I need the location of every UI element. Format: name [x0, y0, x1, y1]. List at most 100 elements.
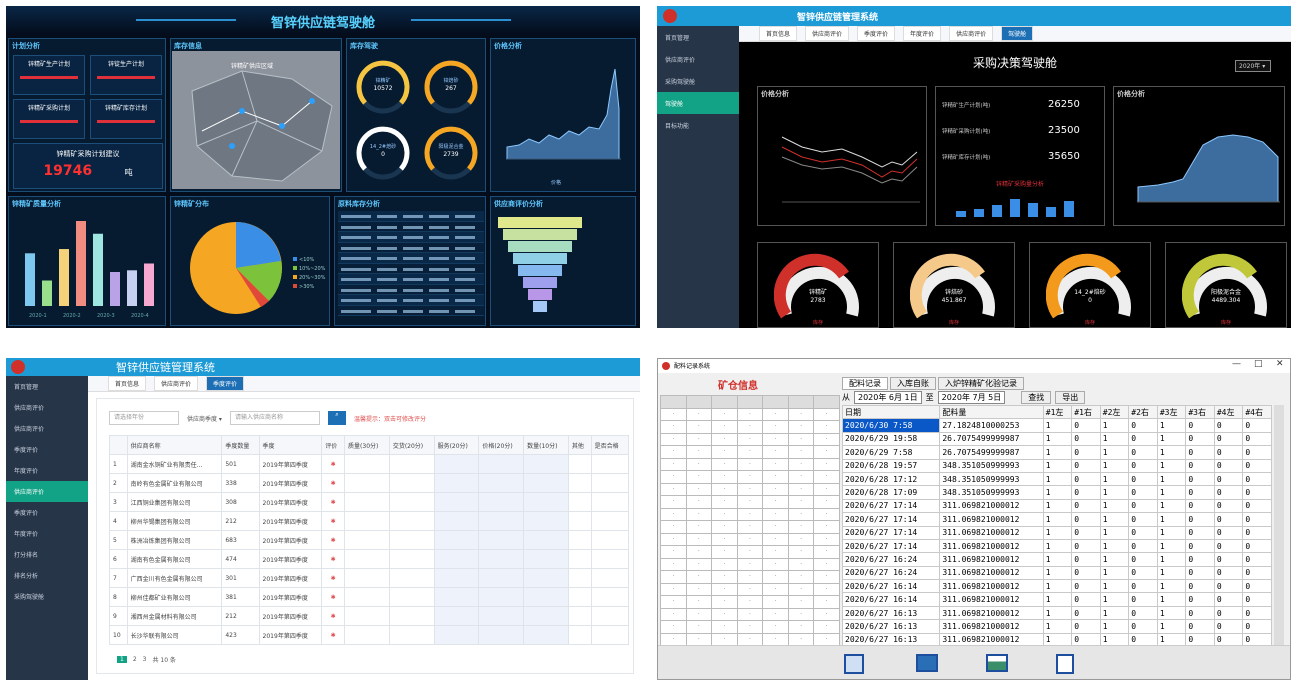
score-cell[interactable]	[523, 625, 569, 645]
score-cell[interactable]	[388, 492, 435, 512]
score-cell[interactable]	[567, 530, 592, 550]
score-cell[interactable]	[433, 606, 480, 626]
score-cell[interactable]	[388, 625, 435, 645]
score-cell[interactable]	[388, 454, 435, 474]
table-row[interactable]: 10 长沙华联有限公司 423 2019年第四季度 ✱	[109, 625, 630, 645]
score-cell[interactable]	[344, 549, 390, 569]
table-row[interactable]: 3 江西铜业集团有限公司 308 2019年第四季度 ✱	[109, 492, 630, 512]
table-row[interactable]: 2020/6/30 7:58 27.1824810000253 1 0 1 0 1 0 0 0	[841, 418, 1272, 433]
score-cell[interactable]	[433, 549, 480, 569]
table-row[interactable]: 6 湖南有色金属有限公司 474 2019年第四季度 ✱	[109, 549, 630, 569]
score-cell[interactable]	[478, 606, 525, 626]
tab[interactable]: 供应商评价	[154, 376, 199, 391]
close-button[interactable]: ✕	[1276, 359, 1284, 369]
score-cell[interactable]	[478, 511, 525, 531]
score-cell[interactable]	[433, 587, 480, 607]
score-cell[interactable]	[433, 473, 480, 493]
table-row[interactable]: 2020/6/27 16:13311.06982100001210101000	[841, 605, 1272, 621]
sidebar-item[interactable]: 季度评价	[6, 439, 88, 460]
score-cell[interactable]	[388, 549, 435, 569]
score-cell[interactable]	[523, 549, 569, 569]
tab[interactable]: 季度评价	[857, 26, 896, 41]
score-cell[interactable]	[590, 587, 630, 607]
sidebar-item[interactable]: 采购驾驶舱	[657, 70, 739, 92]
tab[interactable]: 供应商评价	[805, 26, 850, 41]
sidebar-item[interactable]: 首页管理	[657, 26, 739, 48]
score-cell[interactable]	[567, 511, 592, 531]
score-cell[interactable]	[344, 530, 390, 550]
sidebar-item[interactable]: 季度评价	[6, 502, 88, 523]
page-3[interactable]: 3	[143, 656, 147, 663]
table-row[interactable]: 2020/6/27 17:14 311.069821000012 1 0 1 0 1 0 0 0	[841, 498, 1272, 514]
score-cell[interactable]	[567, 606, 592, 626]
table-row[interactable]: 2020/6/29 19:58 26.7075499999987 1 0 1 0 1 0 0 0	[841, 431, 1272, 447]
sidebar-item[interactable]: 驾驶舱	[657, 92, 739, 114]
score-cell[interactable]	[344, 473, 390, 493]
score-cell[interactable]	[523, 473, 569, 493]
search-button[interactable]: ⌕	[327, 411, 346, 425]
table-row[interactable]: 7 广西金川有色金属有限公司 301 2019年第四季度 ✱	[109, 568, 630, 588]
score-cell[interactable]	[388, 587, 435, 607]
score-cell[interactable]	[523, 568, 569, 588]
sidebar-item[interactable]: 目标功能	[657, 114, 739, 136]
score-cell[interactable]	[344, 568, 390, 588]
supplier-name-input[interactable]: 请输入供应商名称	[229, 411, 320, 425]
score-cell[interactable]	[433, 568, 480, 588]
vertical-scrollbar[interactable]	[1274, 405, 1284, 645]
score-cell[interactable]	[523, 587, 569, 607]
monitor-icon[interactable]	[916, 654, 938, 672]
tab-batching[interactable]: 配料记录	[842, 377, 888, 390]
score-cell[interactable]	[590, 492, 630, 512]
table-row[interactable]: 8 柳州佳都矿业有限公司 381 2019年第四季度 ✱	[109, 587, 630, 607]
score-cell[interactable]	[344, 511, 390, 531]
score-cell[interactable]	[388, 606, 435, 626]
sidebar-item[interactable]: 供应商评价	[6, 418, 88, 439]
page-1[interactable]: 1	[117, 656, 127, 663]
score-cell[interactable]	[567, 473, 592, 493]
sidebar-item[interactable]: 供应商评价	[657, 48, 739, 70]
table-row[interactable]: 2020/6/27 16:14 311.069821000012 1 0 1 0 1 0 0 0	[841, 579, 1272, 594]
maximize-button[interactable]: □	[1254, 359, 1263, 369]
table-row[interactable]: 4 柳州华锡集团有限公司 212 2019年第四季度 ✱	[109, 511, 630, 531]
score-cell[interactable]	[478, 530, 525, 550]
score-cell[interactable]	[590, 549, 630, 569]
tab[interactable]: 首页信息	[759, 26, 798, 41]
score-cell[interactable]	[567, 549, 592, 569]
score-cell[interactable]	[478, 625, 525, 645]
to-date-picker[interactable]: 2020年 7月 5日	[937, 391, 1006, 404]
score-cell[interactable]	[388, 568, 435, 588]
table-row[interactable]: 9 湘西州金属材料有限公司 212 2019年第四季度 ✱	[109, 606, 630, 626]
score-cell[interactable]	[523, 606, 569, 626]
table-row[interactable]: 2020/6/29 7:58 26.7075499999987 1 0 1 0 1 0 0 0	[841, 445, 1272, 460]
table-row[interactable]: 2020/6/28 19:57 348.351050999993 1 0 1 0 1 0 0 0	[841, 458, 1272, 473]
tab-warehouse[interactable]: 入库自账	[890, 377, 936, 390]
tab-assay[interactable]: 入炉锌精矿化验记录	[938, 377, 1024, 390]
score-cell[interactable]	[567, 587, 592, 607]
score-cell[interactable]	[433, 492, 480, 512]
sidebar-item[interactable]: 供应商评价	[6, 397, 88, 418]
sidebar-item[interactable]: 采购驾驶舱	[6, 586, 88, 607]
tab[interactable]: 供应商评价	[949, 26, 994, 41]
score-cell[interactable]	[567, 625, 592, 645]
score-cell[interactable]	[433, 625, 480, 645]
chart-icon[interactable]	[986, 654, 1008, 672]
sidebar-item[interactable]: 年度评价	[6, 460, 88, 481]
score-cell[interactable]	[590, 530, 630, 550]
score-cell[interactable]	[590, 625, 630, 645]
score-cell[interactable]	[590, 606, 630, 626]
sidebar-item[interactable]: 打分排名	[6, 544, 88, 565]
score-cell[interactable]	[478, 454, 525, 474]
tab[interactable]: 驾驶舱	[1001, 26, 1034, 41]
score-cell[interactable]	[567, 454, 592, 474]
table-row[interactable]: 2020/6/28 17:09 348.351050999993 1 0 1 0 1 0 0 0	[841, 485, 1272, 500]
tab[interactable]: 季度评价	[206, 376, 245, 391]
score-cell[interactable]	[433, 530, 480, 550]
score-cell[interactable]	[478, 549, 525, 569]
score-cell[interactable]	[590, 454, 630, 474]
table-row[interactable]: 1 湖南金水铜矿业有限责任... 501 2019年第四季度 ✱	[109, 454, 630, 474]
table-row[interactable]: 2020/6/27 17:14 311.069821000012 1 0 1 0 1 0 0 0	[841, 525, 1272, 540]
year-select[interactable]: 2020年 ▾	[1235, 60, 1271, 72]
table-row[interactable]: 2020/6/27 16:24 311.069821000012 1 0 1 0 1 0 0 0	[841, 565, 1272, 581]
score-cell[interactable]	[433, 454, 480, 474]
minimize-button[interactable]: —	[1232, 359, 1241, 369]
